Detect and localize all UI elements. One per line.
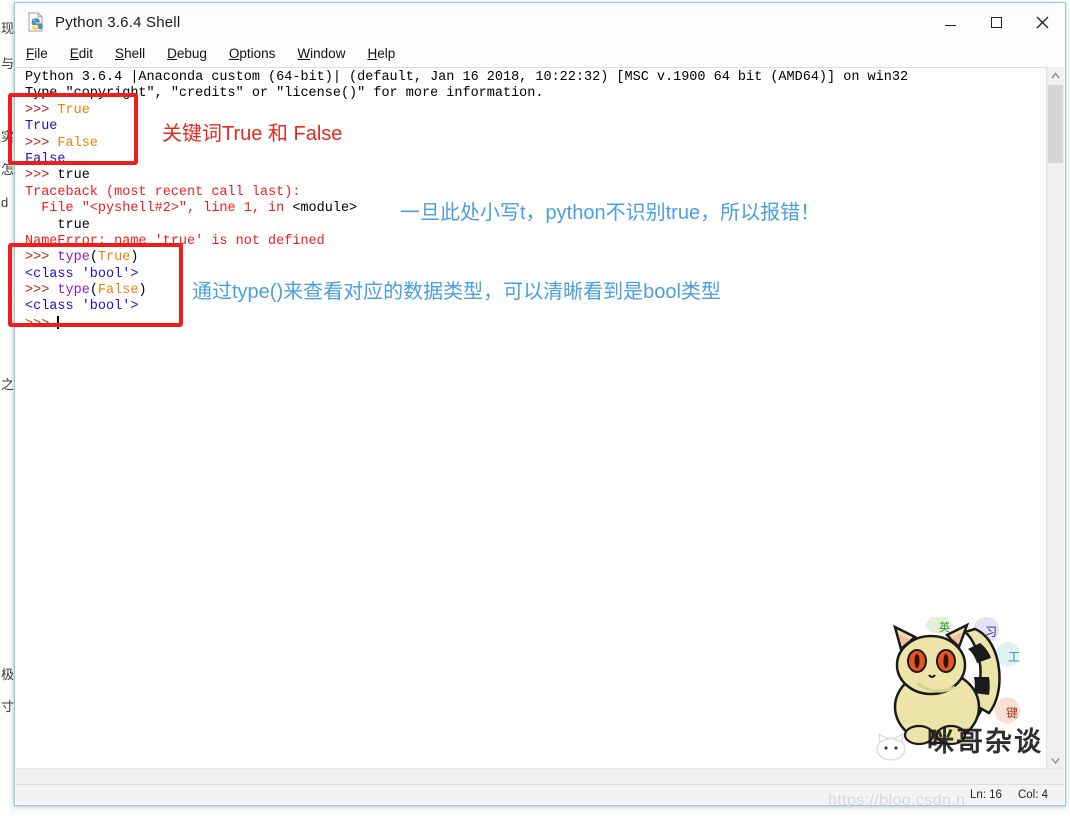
- shell-text-run: >>>: [25, 250, 58, 266]
- window-controls: [927, 3, 1065, 41]
- menu-edit[interactable]: Edit: [70, 46, 93, 61]
- close-button[interactable]: [1019, 3, 1065, 41]
- maximize-icon: [990, 16, 1002, 28]
- shell-text-run: True: [57, 102, 90, 118]
- shell-text-run: >>>: [25, 316, 58, 332]
- menu-help-rest: elp: [377, 46, 396, 61]
- menu-edit-mnemonic: E: [69, 46, 79, 61]
- shell-text-run: <class 'bool'>: [25, 266, 139, 282]
- close-icon: [1036, 16, 1048, 28]
- bg-char-2: 实: [1, 129, 15, 144]
- vertical-scrollbar-thumb[interactable]: [1048, 85, 1063, 163]
- brand-watermark-text: 咪哥杂谈: [927, 727, 1043, 757]
- bg-char-4: d: [1, 195, 9, 210]
- shell-text-run: <module>: [292, 201, 358, 217]
- shell-text-run: ): [138, 283, 147, 299]
- shell-text-run: Traceback (most recent call last):: [25, 184, 301, 200]
- bg-char-1: 与: [1, 56, 15, 71]
- menu-shell[interactable]: Shell: [115, 46, 145, 61]
- shell-line: Python 3.6.4 |Anaconda custom (64-bit)| …: [25, 70, 1046, 86]
- chevron-down-icon[interactable]: [1047, 752, 1064, 769]
- menu-edit-rest: dit: [78, 46, 94, 61]
- shell-line: >>> true: [25, 168, 1046, 184]
- shell-output[interactable]: Python 3.6.4 |Anaconda custom (64-bit)| …: [16, 67, 1046, 769]
- text-caret: [57, 315, 60, 329]
- shell-text-run: True: [25, 119, 58, 135]
- status-column-number: Col: 4: [1017, 788, 1048, 801]
- menu-window-rest: indow: [310, 46, 346, 61]
- vertical-scrollbar[interactable]: [1046, 67, 1064, 769]
- shell-text-run: Type "copyright", "credits" or "license(…: [25, 86, 544, 102]
- menu-debug[interactable]: Debug: [167, 46, 207, 61]
- menu-shell-mnemonic: S: [115, 46, 125, 61]
- menu-options-rest: ptions: [239, 46, 276, 61]
- annotation-keyword-note: 关键词True 和 False: [162, 123, 343, 145]
- shell-text-run: type: [57, 283, 90, 299]
- menu-options-mnemonic: O: [228, 46, 240, 61]
- menu-help-mnemonic: H: [367, 46, 378, 61]
- menu-help[interactable]: Help: [367, 46, 395, 61]
- chevron-up-icon[interactable]: [1047, 67, 1064, 84]
- shell-text-run: >>>: [25, 283, 58, 299]
- csdn-watermark: https://blog.csdn.n: [828, 792, 966, 809]
- shell-text-run: (: [89, 283, 98, 299]
- shell-text-run: >>>: [25, 102, 58, 118]
- shell-text-run: (: [89, 250, 98, 266]
- shell-text-run: type: [57, 250, 90, 266]
- background-gradient-strip: [0, 0, 14, 816]
- python-file-icon: [26, 12, 46, 32]
- menu-window-mnemonic: W: [297, 46, 311, 61]
- shell-line: Type "copyright", "credits" or "license(…: [25, 86, 1046, 102]
- bg-char-7: 寸: [1, 699, 15, 714]
- shell-text-run: False: [97, 283, 139, 299]
- shell-text-run: True: [97, 250, 131, 266]
- menu-file[interactable]: File: [26, 46, 48, 61]
- menu-window[interactable]: Window: [297, 46, 345, 61]
- minimize-button[interactable]: [927, 3, 973, 41]
- shell-line: False: [25, 152, 1046, 168]
- menu-options[interactable]: Options: [229, 46, 276, 61]
- shell-text-run: File "<pyshell#2>", line 1, in: [25, 201, 293, 217]
- shell-line: >>>: [25, 315, 1046, 332]
- menu-file-rest: ile: [34, 46, 48, 61]
- shell-text-run: >>>: [25, 135, 58, 151]
- shell-text-run: Python 3.6.4 |Anaconda custom (64-bit)| …: [25, 70, 909, 85]
- shell-line: >>> type(True): [25, 250, 1046, 266]
- shell-text-run: >>>: [25, 168, 58, 184]
- title-bar[interactable]: Python 3.6.4 Shell: [15, 3, 1065, 41]
- annotation-type-note: 通过type()来查看对应的数据类型，可以清晰看到是bool类型: [192, 281, 721, 303]
- bg-char-3: 怎: [1, 162, 15, 177]
- shell-text-area: Python 3.6.4 |Anaconda custom (64-bit)| …: [16, 67, 1064, 769]
- shell-text-run: False: [25, 151, 66, 167]
- status-line-number: Ln: 16: [969, 788, 1002, 801]
- brand-cat-logo-icon: [875, 732, 907, 761]
- menu-shell-rest: hell: [124, 46, 146, 61]
- shell-text-run: <class 'bool'>: [25, 299, 139, 315]
- menu-bar: File Edit Shell Debug Options Window Hel…: [15, 41, 1065, 66]
- maximize-button[interactable]: [973, 3, 1019, 41]
- shell-text-run: ): [130, 250, 139, 266]
- menu-debug-rest: ebug: [176, 46, 207, 61]
- annotation-lowercase-note: 一旦此处小写t，python不识别true，所以报错！: [400, 202, 821, 224]
- shell-text-run: true: [57, 168, 90, 184]
- minimize-icon: [944, 24, 956, 26]
- menu-debug-mnemonic: D: [167, 46, 177, 61]
- window-title: Python 3.6.4 Shell: [55, 13, 181, 31]
- shell-text-run: NameError: name 'true' is not defined: [25, 233, 325, 249]
- shell-text-run: true: [25, 217, 90, 233]
- menu-file-mnemonic: F: [26, 46, 35, 61]
- bg-char-5: 之: [1, 377, 15, 392]
- bg-char-6: 极: [1, 667, 15, 682]
- shell-text-run: False: [57, 135, 98, 151]
- shell-line: NameError: name 'true' is not defined: [25, 234, 1046, 250]
- bg-char-0: 现: [1, 21, 15, 36]
